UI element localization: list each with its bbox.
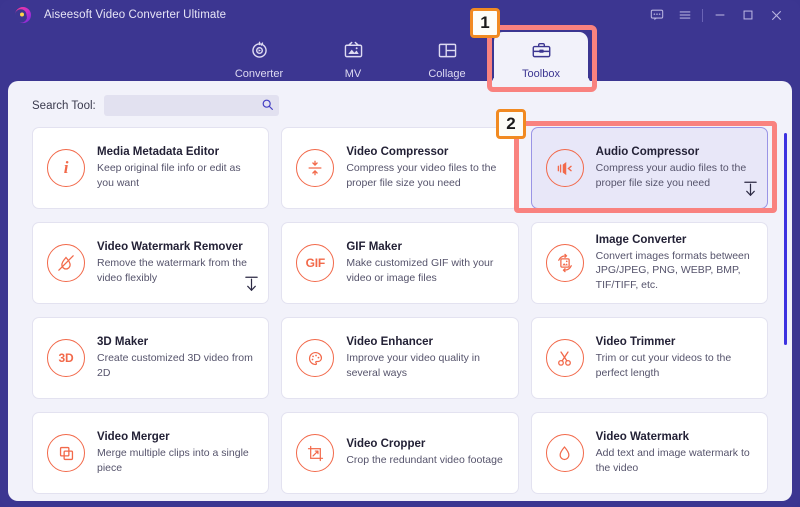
tool-desc: Create customized 3D video from 2D [97,352,253,379]
tool-desc: Compress your audio files to the proper … [595,162,747,189]
tab-collage-label: Collage [428,68,466,80]
video-compressor-icon [296,149,335,187]
annotation-badge-2: 2 [496,109,526,139]
toolbox-icon [531,37,552,63]
watermark-icon [545,434,584,472]
tool-title: Video Compressor [346,146,449,159]
converter-icon [249,37,270,63]
tool-card-video-cropper[interactable]: Video Cropper Crop the redundant video f… [281,412,519,494]
tool-title: Video Cropper [346,438,426,451]
watermark-remover-icon [47,244,85,282]
tool-title: Video Watermark [595,431,689,444]
info-glyph: i [63,158,69,177]
scissors-icon [545,339,584,377]
control-divider [702,8,703,22]
minimize-icon[interactable] [706,1,734,29]
app-title: Aiseesoft Video Converter Ultimate [44,9,227,21]
tools-grid: i Media Metadata Editor Keep original fi… [32,127,768,494]
tool-card-video-merger[interactable]: Video Merger Merge multiple clips into a… [32,412,270,494]
mv-icon [343,37,364,63]
tool-title: Audio Compressor [595,146,700,159]
tab-toolbox-label: Toolbox [522,68,560,80]
tool-desc: Merge multiple clips into a single piece [97,447,249,474]
crop-icon [296,434,335,472]
annotation-badge-1: 1 [470,8,500,38]
tool-title: GIF Maker [346,241,402,254]
application-window: Aiseesoft Video Converter Ultimate Conve… [0,0,800,507]
tab-converter[interactable]: Converter [212,32,306,85]
tool-title: Video Enhancer [346,336,434,349]
image-converter-icon [545,244,584,282]
main-nav: Converter MV Collage Toolbox [0,28,800,85]
info-circle-icon: i [47,149,85,187]
tool-card-gif-maker[interactable]: GIF GIF Maker Make customized GIF with y… [281,222,519,304]
three-d-icon: 3D [47,339,85,377]
close-icon[interactable] [762,1,790,29]
tool-desc: Crop the redundant video footage [346,454,503,467]
aiseesoft-logo-icon [12,4,34,26]
tool-title: Video Trimmer [595,336,676,349]
maximize-icon[interactable] [734,1,762,29]
toolbox-panel: Search Tool: i Media Metadata Editor Kee… [8,81,792,501]
tool-desc: Convert images formats between JPG/JPEG,… [595,250,750,291]
tool-title: Video Merger [97,431,170,444]
tool-card-media-metadata-editor[interactable]: i Media Metadata Editor Keep original fi… [32,127,270,209]
tool-card-video-enhancer[interactable]: Video Enhancer Improve your video qualit… [281,317,519,399]
download-icon[interactable] [743,180,758,202]
tool-title: Media Metadata Editor [97,146,220,159]
tool-title: Video Watermark Remover [97,241,243,254]
merge-icon [47,434,85,472]
tool-desc: Remove the watermark from the video flex… [97,257,247,284]
tool-card-3d-maker[interactable]: 3D 3D Maker Create customized 3D video f… [32,317,270,399]
search-label: Search Tool: [32,99,96,112]
tool-desc: Improve your video quality in several wa… [346,352,480,379]
search-input[interactable] [103,95,279,116]
tool-card-video-watermark-remover[interactable]: Video Watermark Remover Remove the water… [32,222,270,304]
tools-scroll-area: i Media Metadata Editor Keep original fi… [8,127,792,501]
tool-title: 3D Maker [97,336,149,349]
gif-glyph: GIF [305,256,326,270]
tool-card-video-trimmer[interactable]: Video Trimmer Trim or cut your videos to… [530,317,768,399]
audio-compressor-icon [545,149,584,187]
tool-card-video-compressor[interactable]: Video Compressor Compress your video fil… [281,127,519,209]
tool-card-video-watermark[interactable]: Video Watermark Add text and image water… [530,412,768,494]
search-icon[interactable] [261,98,274,116]
tool-desc: Add text and image watermark to the vide… [595,447,750,474]
vertical-scrollbar[interactable] [784,133,787,345]
tool-desc: Keep original file info or edit as you w… [97,162,241,189]
video-enhancer-icon [296,339,335,377]
tool-card-audio-compressor[interactable]: Audio Compressor Compress your audio fil… [530,127,768,209]
title-bar: Aiseesoft Video Converter Ultimate [0,0,800,30]
tool-desc: Make customized GIF with your video or i… [346,257,494,284]
menu-icon[interactable] [671,1,699,29]
tool-title: Image Converter [595,234,687,247]
feedback-icon[interactable] [643,1,671,29]
gif-icon: GIF [296,244,335,282]
tab-collage[interactable]: Collage [400,32,494,85]
search-row: Search Tool: [8,81,792,126]
tool-desc: Compress your video files to the proper … [346,162,497,189]
three-d-glyph: 3D [58,351,74,365]
download-icon[interactable] [244,275,259,297]
collage-icon [437,37,458,63]
search-box[interactable] [103,95,279,116]
tab-toolbox[interactable]: Toolbox [494,32,588,85]
tab-mv[interactable]: MV [306,32,400,85]
tab-converter-label: Converter [234,68,284,80]
window-controls [643,0,790,30]
tool-desc: Trim or cut your videos to the perfect l… [595,352,732,379]
tool-card-image-converter[interactable]: Image Converter Convert images formats b… [530,222,768,304]
tab-mv-label: MV [344,68,362,80]
